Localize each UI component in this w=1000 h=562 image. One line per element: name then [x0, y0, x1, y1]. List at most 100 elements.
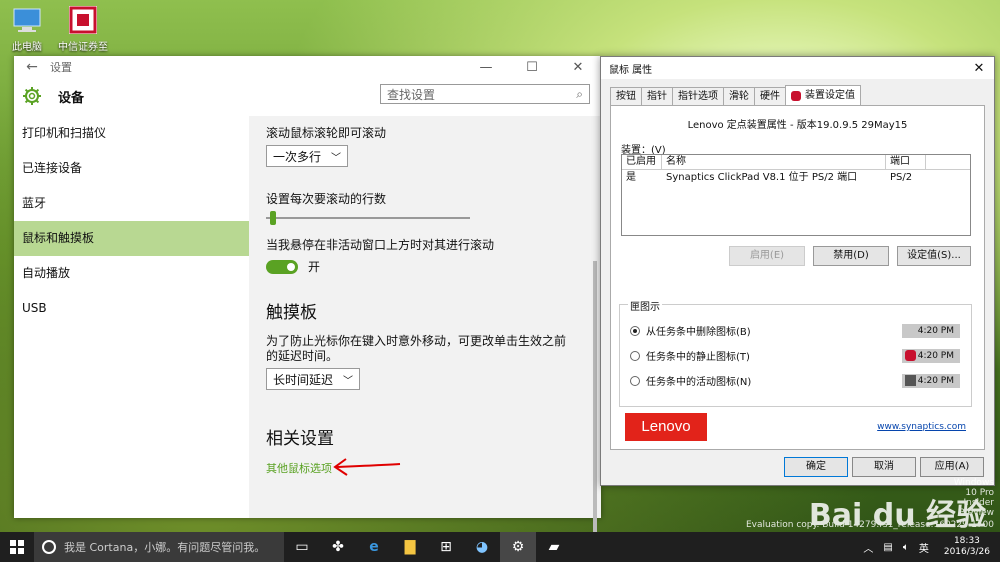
- speaker-icon[interactable]: 🔈︎: [898, 542, 914, 553]
- nav-item-connected-devices[interactable]: 已连接设备: [14, 151, 249, 186]
- touchpad-tray-icon: [905, 375, 916, 386]
- tab-label: 装置设定值: [805, 90, 855, 101]
- radio-button[interactable]: [630, 375, 640, 386]
- clock-time: 18:33: [953, 536, 980, 546]
- fan-app-icon[interactable]: ✤: [320, 532, 356, 562]
- option-label: 任务条中的活动图标(N): [646, 377, 752, 388]
- browser-icon[interactable]: ◕: [464, 532, 500, 562]
- network-icon[interactable]: ▤: [878, 542, 897, 553]
- disable-button[interactable]: 禁用(D): [813, 246, 889, 266]
- mouse-app-icon[interactable]: ▰: [536, 532, 572, 562]
- store-icon[interactable]: ⊞: [428, 532, 464, 562]
- tray-preview: 4:20 PM: [902, 348, 960, 363]
- option-label: 任务条中的静止图标(T): [646, 352, 750, 363]
- dialog-tabs: 按钮 指针 指针选项 滑轮 硬件 装置设定值: [610, 85, 861, 106]
- close-icon[interactable]: ✕: [555, 60, 601, 75]
- system-tray: ︿ ▤ 🔈︎ 英 18:33 2016/3/26: [858, 536, 1000, 558]
- device-list-header: 已启用 名称 端口: [622, 155, 970, 170]
- column-header[interactable]: 已启用: [622, 155, 662, 169]
- ime-indicator[interactable]: 英: [914, 540, 934, 555]
- column-header[interactable]: 名称: [662, 155, 886, 169]
- group-label: 匣图示: [628, 298, 662, 313]
- nav-item-printers[interactable]: 打印机和扫描仪: [14, 116, 249, 151]
- clock[interactable]: 18:33 2016/3/26: [934, 536, 1000, 558]
- device-list[interactable]: 已启用 名称 端口 是 Synaptics ClickPad V8.1 位于 P…: [621, 154, 971, 236]
- back-arrow-icon[interactable]: ←: [14, 59, 50, 75]
- lines-setting-label: 设置每次要滚动的行数: [266, 192, 387, 206]
- version-text: Lenovo 定点装置属性 - 版本19.0.9.5 29May15: [687, 120, 908, 131]
- edge-icon[interactable]: e: [356, 532, 392, 562]
- nav-item-mouse-touchpad[interactable]: 鼠标和触摸板: [14, 221, 249, 256]
- table-row[interactable]: 是 Synaptics ClickPad V8.1 位于 PS/2 端口 PS/…: [622, 170, 970, 186]
- cortana-search-box[interactable]: 我是 Cortana，小娜。有问题尽管问我。: [34, 532, 284, 562]
- device-settings-panel: Lenovo 定点装置属性 - 版本19.0.9.5 29May15 装置：(V…: [610, 105, 985, 450]
- search-icon[interactable]: ⌕: [576, 87, 583, 102]
- option-label: 从任务条中删除图标(B): [646, 327, 751, 338]
- page-title: 设备: [58, 90, 85, 106]
- desktop-icon-label: 中信证券至: [58, 42, 108, 53]
- delay-dropdown[interactable]: 长时间延迟 ﹀: [266, 368, 361, 390]
- nav-item-usb[interactable]: USB: [14, 291, 249, 326]
- radio-button[interactable]: [630, 325, 640, 336]
- cancel-button[interactable]: 取消: [852, 457, 916, 477]
- scroll-setting-label: 滚动鼠标滚轮即可滚动: [266, 126, 387, 140]
- touchpad-description: 为了防止光标你在键入时意外移动，可更改单击生效之前的延迟时间。: [266, 334, 567, 363]
- inactive-scroll-label: 当我悬停在非活动窗口上方时对其进行滚动: [266, 238, 495, 252]
- settings-titlebar: ← 设置 — ☐ ✕: [14, 56, 601, 78]
- nav-item-bluetooth[interactable]: 蓝牙: [14, 186, 249, 221]
- minimize-icon[interactable]: —: [463, 60, 509, 75]
- device-name: Synaptics ClickPad V8.1 位于 PS/2 端口: [666, 172, 858, 183]
- maximize-icon[interactable]: ☐: [509, 60, 555, 75]
- start-button[interactable]: [0, 540, 34, 554]
- dialog-titlebar: 鼠标 属性 ✕: [601, 57, 994, 79]
- tray-preview: 4:20 PM: [902, 323, 960, 338]
- tab-device-settings[interactable]: 装置设定值: [785, 85, 861, 106]
- tab-hardware[interactable]: 硬件: [754, 87, 786, 106]
- tray-option-static[interactable]: 任务条中的静止图标(T) 4:20 PM: [630, 348, 960, 363]
- search-input[interactable]: 查找设置 ⌕: [380, 84, 590, 104]
- delay-value: 长时间延迟: [273, 372, 334, 387]
- tab-pointer-options[interactable]: 指针选项: [672, 87, 724, 106]
- tab-wheel[interactable]: 滑轮: [723, 87, 755, 106]
- desktop-icon-citic[interactable]: 中信证券至: [48, 4, 118, 53]
- dialog-title: 鼠标 属性: [609, 64, 653, 76]
- tray-option-active[interactable]: 任务条中的活动图标(N) 4:20 PM: [630, 373, 960, 388]
- toggle-state-label: 开: [308, 260, 321, 274]
- enable-button[interactable]: 启用(E): [729, 246, 805, 266]
- scroll-mode-dropdown[interactable]: 一次多行 ﹀: [266, 145, 349, 167]
- settings-taskbar-icon[interactable]: ⚙: [500, 532, 536, 562]
- slider-handle[interactable]: [270, 211, 276, 225]
- windows-logo-icon: [10, 540, 24, 554]
- other-mouse-options-link[interactable]: 其他鼠标选项: [266, 460, 332, 476]
- scroll-mode-value: 一次多行: [273, 149, 322, 164]
- ok-button[interactable]: 确定: [784, 457, 848, 477]
- close-icon[interactable]: ✕: [964, 61, 994, 76]
- apply-button[interactable]: 应用(A): [920, 457, 984, 477]
- settings-window: ← 设置 — ☐ ✕ 设备 查找设置 ⌕ 打印机和扫描仪 已连接设备 蓝牙 鼠标…: [14, 56, 601, 551]
- tab-buttons[interactable]: 按钮: [610, 87, 642, 106]
- chevron-down-icon: ﹀: [343, 375, 354, 387]
- windows-build-line2: Evaluation copy. Build 14279.rs1_release…: [745, 520, 994, 530]
- column-header[interactable]: 端口: [886, 155, 926, 169]
- tray-time: 4:20 PM: [917, 350, 954, 361]
- file-explorer-icon[interactable]: ▇: [392, 532, 428, 562]
- annotation-arrow-left: [333, 458, 401, 476]
- inactive-scroll-toggle[interactable]: [266, 259, 298, 274]
- lines-slider[interactable]: [266, 211, 470, 225]
- cortana-icon: [42, 540, 56, 554]
- tray-option-remove[interactable]: 从任务条中删除图标(B) 4:20 PM: [630, 323, 960, 338]
- chevron-up-icon[interactable]: ︿: [858, 540, 878, 555]
- settings-content: 滚动鼠标滚轮即可滚动 一次多行 ﹀ 设置每次要滚动的行数 当我悬停在非活动窗口上…: [249, 116, 601, 518]
- taskbar: 我是 Cortana，小娜。有问题尽管问我。 ▭ ✤ e ▇ ⊞ ◕ ⚙ ▰ ︿…: [0, 532, 1000, 562]
- cortana-text: 我是 Cortana，小娜。有问题尽管问我。: [64, 541, 266, 554]
- radio-button[interactable]: [630, 350, 640, 361]
- tray-time: 4:20 PM: [917, 325, 954, 336]
- computer-icon: [11, 4, 43, 36]
- synaptics-link[interactable]: www.synaptics.com: [877, 422, 966, 432]
- nav-item-autoplay[interactable]: 自动播放: [14, 256, 249, 291]
- tab-pointers[interactable]: 指针: [641, 87, 673, 106]
- settings-button[interactable]: 设定值(S)...: [897, 246, 971, 266]
- citic-logo-icon: [67, 4, 99, 36]
- task-view-icon[interactable]: ▭: [284, 532, 320, 562]
- device-port: PS/2: [890, 172, 913, 183]
